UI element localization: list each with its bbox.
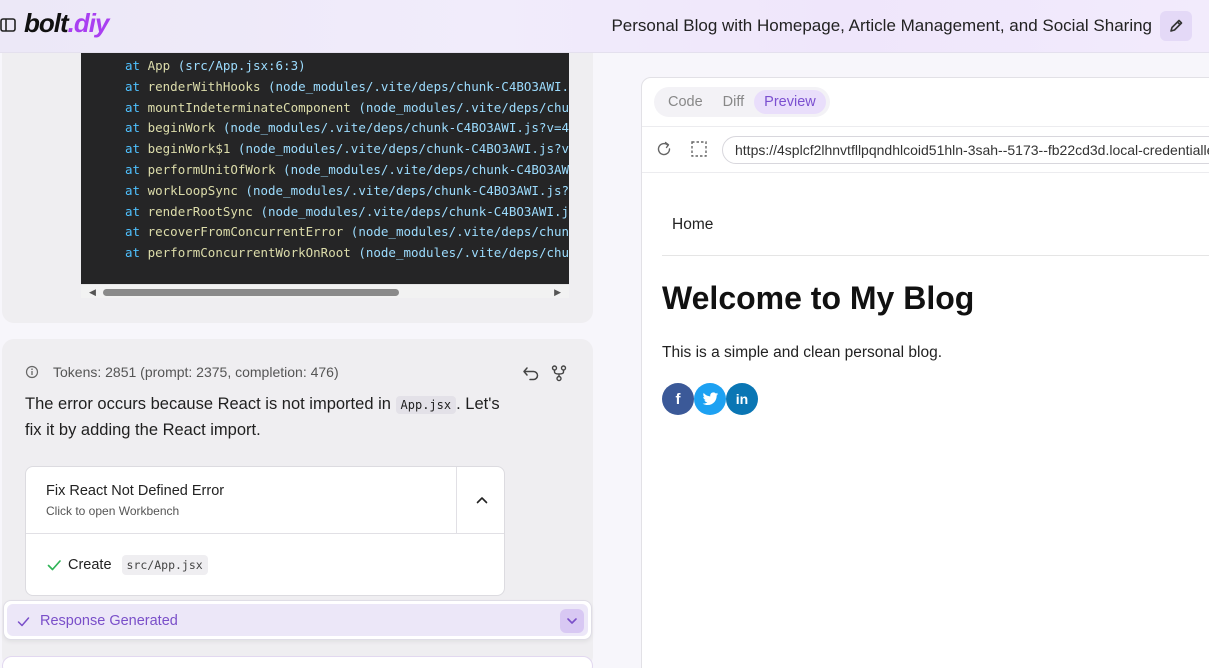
tab-diff[interactable]: Diff bbox=[713, 90, 755, 114]
logo[interactable]: bolt.diy bbox=[24, 8, 110, 39]
blog-heading: Welcome to My Blog bbox=[662, 280, 975, 316]
stack-function: workLoopSync bbox=[147, 182, 238, 198]
stack-keyword: at bbox=[125, 162, 141, 177]
stack-location: (node_modules/.vite/deps/chunk-C bbox=[343, 224, 569, 240]
stack-keyword: at bbox=[125, 182, 141, 198]
stack-trace-line: at renderRootSync (node_modules/.vite/de… bbox=[125, 204, 569, 219]
stack-keyword: at bbox=[125, 245, 141, 261]
workbench-tabs: Code Diff Preview bbox=[654, 87, 830, 117]
stack-trace-line: at mountIndeterminateComponent (node_mod… bbox=[125, 100, 569, 115]
stack-keyword: at bbox=[125, 120, 141, 136]
stack-location: (src/App.jsx:6:3) bbox=[170, 58, 306, 73]
stack-trace-line: at workLoopSync (node_modules/.vite/deps… bbox=[125, 183, 569, 198]
logo-main: bolt bbox=[24, 8, 69, 38]
reload-icon[interactable] bbox=[655, 140, 673, 158]
artifact-card: Fix React Not Defined Error Click to ope… bbox=[25, 466, 505, 596]
stack-location: (node_modules/.vite/deps/chunk-C4BO3AWI.… bbox=[275, 162, 569, 177]
stack-location: (node_modules/.vite/deps/chunk-C4BO3AWI.… bbox=[215, 120, 569, 136]
facebook-share-button[interactable]: f bbox=[662, 383, 694, 415]
stack-function: performConcurrentWorkOnRoot bbox=[147, 245, 351, 261]
nav-home-link[interactable]: Home bbox=[672, 216, 713, 234]
response-label: Response Generated bbox=[40, 613, 178, 629]
artifact-title: Fix React Not Defined Error bbox=[46, 483, 225, 499]
chat-input-card[interactable] bbox=[2, 656, 593, 668]
inline-code: App.jsx bbox=[395, 396, 457, 414]
chevron-down-icon bbox=[567, 618, 577, 624]
stack-trace-line: at recoverFromConcurrentError (node_modu… bbox=[125, 224, 569, 239]
preview-url-field[interactable]: https://4splcf2lhnvtfllpqndhlcoid51hln-3… bbox=[722, 136, 1209, 164]
stack-keyword: at bbox=[125, 224, 141, 240]
sidebar-toggle-icon[interactable] bbox=[0, 17, 16, 33]
stack-function: renderRootSync bbox=[147, 203, 253, 219]
scrollbar-thumb[interactable] bbox=[103, 289, 399, 296]
stack-keyword: at bbox=[125, 58, 141, 73]
linkedin-share-button[interactable]: in bbox=[726, 383, 758, 415]
stack-trace-line: at beginWork$1 (node_modules/.vite/deps/… bbox=[125, 141, 569, 156]
stack-location: (node_modules/.vite/deps/chunk-C4BO3AWI.… bbox=[252, 203, 569, 219]
tokens-text: Tokens: 2851 (prompt: 2375, completion: … bbox=[53, 364, 339, 380]
action-label: Create bbox=[68, 557, 112, 573]
assistant-message-text: The error occurs because React is not im… bbox=[25, 392, 515, 443]
error-stack-trace: at App (src/App.jsx:6:3) at renderWithHoo… bbox=[81, 53, 569, 284]
edit-title-button[interactable] bbox=[1160, 11, 1192, 41]
tab-preview[interactable]: Preview bbox=[754, 90, 826, 114]
action-file: src/App.jsx bbox=[121, 555, 208, 575]
stack-function: App bbox=[147, 58, 171, 73]
chevron-up-icon bbox=[476, 497, 487, 504]
check-icon bbox=[47, 560, 61, 571]
info-icon bbox=[25, 365, 39, 379]
twitter-share-button[interactable] bbox=[694, 383, 726, 415]
stack-function: beginWork$1 bbox=[147, 141, 231, 157]
stack-location: (node_modules/.vite/deps/chunk- bbox=[350, 99, 569, 115]
scroll-left-icon[interactable]: ◀ bbox=[89, 287, 96, 298]
artifact-subtitle: Click to open Workbench bbox=[46, 504, 180, 518]
facebook-icon: f bbox=[675, 390, 681, 408]
response-inner: Response Generated bbox=[7, 604, 588, 636]
element-select-icon[interactable] bbox=[690, 140, 708, 158]
linkedin-icon: in bbox=[735, 391, 749, 407]
stack-trace-line: at performUnitOfWork (node_modules/.vite… bbox=[125, 162, 569, 177]
tokens-info: Tokens: 2851 (prompt: 2375, completion: … bbox=[25, 364, 339, 380]
scroll-right-icon[interactable]: ▶ bbox=[554, 287, 561, 298]
top-bar: bolt.diy Personal Blog with Homepage, Ar… bbox=[0, 0, 1209, 53]
stack-location: (node_modules/.vite/deps/chunk-C4BO3AWI.… bbox=[237, 182, 569, 198]
stack-keyword: at bbox=[125, 203, 141, 219]
stack-trace-line: at performConcurrentWorkOnRoot (node_mod… bbox=[125, 245, 569, 260]
stack-trace-line: at beginWork (node_modules/.vite/deps/ch… bbox=[125, 120, 569, 135]
project-title: Personal Blog with Homepage, Article Man… bbox=[611, 16, 1152, 35]
pencil-icon bbox=[1170, 19, 1183, 32]
horizontal-scrollbar[interactable]: ◀ ▶ bbox=[81, 284, 569, 298]
stack-keyword: at bbox=[125, 78, 141, 94]
blog-description: This is a simple and clean personal blog… bbox=[662, 344, 943, 361]
preview-navbar bbox=[662, 197, 1209, 256]
stack-function: beginWork bbox=[147, 120, 216, 136]
artifact-collapse-button[interactable] bbox=[456, 467, 504, 534]
message-text-before: The error occurs because React is not im… bbox=[25, 395, 396, 413]
fork-icon[interactable] bbox=[550, 364, 568, 382]
tab-code[interactable]: Code bbox=[658, 90, 713, 114]
twitter-icon bbox=[702, 391, 718, 405]
stack-keyword: at bbox=[125, 141, 141, 157]
stack-location: (node_modules/.vite/deps/chunk-C4BO3AWI.… bbox=[260, 78, 569, 94]
artifact-header[interactable]: Fix React Not Defined Error Click to ope… bbox=[26, 467, 456, 534]
stack-function: performUnitOfWork bbox=[147, 162, 276, 177]
check-icon bbox=[17, 617, 30, 627]
undo-icon[interactable] bbox=[522, 364, 540, 382]
stack-location: (node_modules/.vite/deps/chunk-C4BO3AWI.… bbox=[230, 141, 569, 157]
response-expand-button[interactable] bbox=[560, 609, 584, 633]
logo-accent: .diy bbox=[67, 8, 110, 38]
response-generated-bar[interactable]: Response Generated bbox=[3, 600, 592, 640]
stack-trace-line: at App (src/App.jsx:6:3) bbox=[125, 58, 306, 73]
stack-function: mountIndeterminateComponent bbox=[147, 99, 351, 115]
stack-location: (node_modules/.vite/deps/chunk- bbox=[350, 245, 569, 261]
stack-keyword: at bbox=[125, 99, 141, 115]
stack-function: renderWithHooks bbox=[147, 78, 261, 94]
artifact-action: Create src/App.jsx bbox=[46, 555, 208, 575]
stack-function: recoverFromConcurrentError bbox=[147, 224, 344, 240]
stack-trace-line: at renderWithHooks (node_modules/.vite/d… bbox=[125, 79, 569, 94]
